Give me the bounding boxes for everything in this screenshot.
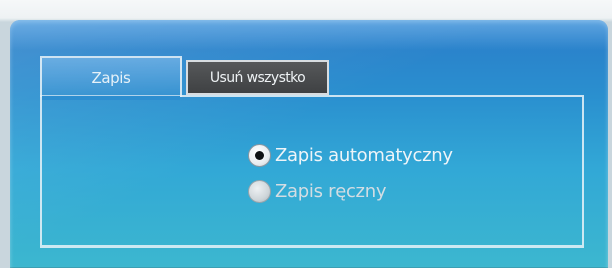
tab-zapis[interactable]: Zapis — [40, 56, 182, 100]
radio-unselected-icon[interactable] — [248, 180, 271, 203]
tab-usun-wszystko-label: Usuń wszystko — [209, 69, 306, 86]
radio-option-automatic[interactable]: Zapis automatyczny — [248, 144, 453, 167]
tab-usun-wszystko[interactable]: Usuń wszystko — [186, 60, 329, 95]
tab-zapis-label: Zapis — [91, 68, 131, 87]
radio-dot — [255, 151, 264, 160]
tab-content-area — [40, 95, 584, 248]
radio-automatic-label: Zapis automatyczny — [275, 145, 453, 166]
radio-manual-label: Zapis ręczny — [275, 181, 387, 202]
radio-option-manual[interactable]: Zapis ręczny — [248, 180, 386, 203]
radio-selected-icon[interactable] — [248, 144, 271, 167]
screen: Zapis Usuń wszystko Zapis automatyczny Z… — [0, 0, 612, 268]
